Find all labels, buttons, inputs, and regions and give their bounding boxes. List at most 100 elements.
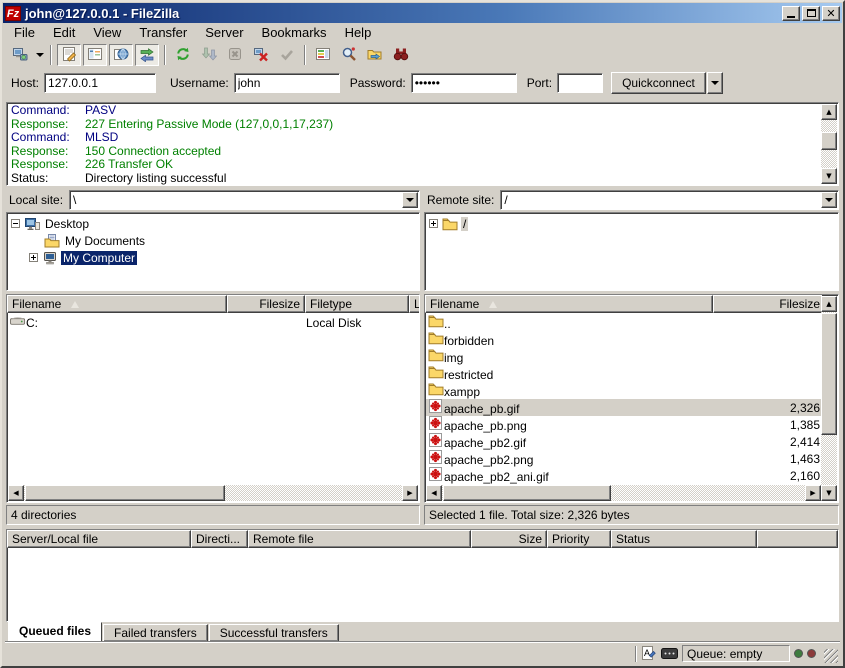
remote-file-row[interactable]: apache_pb2_ani.gif2,160 <box>426 467 821 484</box>
password-input[interactable] <box>411 73 517 93</box>
scroll-right-icon[interactable]: ▶ <box>402 485 418 501</box>
remote-vertical-scrollbar[interactable]: ▲ ▼ <box>821 296 837 501</box>
username-input[interactable] <box>234 73 340 93</box>
remote-file-row[interactable]: apache_pb2.png1,463 <box>426 450 821 467</box>
remote-file-row[interactable]: apache_pb.gif2,326 <box>426 399 821 416</box>
tab-successful-transfers[interactable]: Successful transfers <box>209 624 339 641</box>
queue-column-header-size[interactable]: Size <box>471 530 547 548</box>
menu-item-file[interactable]: File <box>5 24 44 41</box>
port-input[interactable] <box>557 73 603 93</box>
scroll-left-icon[interactable]: ◀ <box>426 485 442 501</box>
local-file-list[interactable]: FilenameFilesize Filetype L C:Local Disk ◀… <box>6 294 420 503</box>
queue-column-header-serverlocalfile[interactable]: Server/Local file <box>7 530 191 548</box>
log-scroll-thumb[interactable] <box>821 132 837 150</box>
scroll-left-icon[interactable]: ◀ <box>8 485 24 501</box>
remote-file-row[interactable]: apache_pb2.gif2,414 <box>426 433 821 450</box>
remote-scroll-thumb[interactable] <box>821 313 837 435</box>
scroll-up-icon[interactable]: ▲ <box>821 104 837 120</box>
scroll-up-icon[interactable]: ▲ <box>821 296 837 312</box>
local-tree-item[interactable]: Desktop <box>9 215 419 232</box>
remote-file-row[interactable]: .. <box>426 314 821 331</box>
queue-column-header-status[interactable]: Status <box>611 530 757 548</box>
plus-expander-icon[interactable] <box>429 219 438 228</box>
toggle-local-tree-button[interactable] <box>83 44 107 66</box>
refresh-button[interactable] <box>171 44 195 66</box>
tab-queued-files[interactable]: Queued files <box>8 622 102 641</box>
remote-file-list[interactable]: FilenameFilesize ..forbiddenimgrestricte… <box>424 294 839 503</box>
remote-file-row[interactable]: apache_pb.png1,385 <box>426 416 821 433</box>
chevron-down-icon <box>825 198 833 202</box>
close-button[interactable]: ✕ <box>822 6 840 21</box>
remote-file-row[interactable]: img <box>426 348 821 365</box>
remote-tree-item[interactable]: / <box>427 215 838 232</box>
file-name: C: <box>26 316 38 330</box>
remote-tree[interactable]: / <box>424 212 839 291</box>
local-site-combo[interactable]: \ <box>69 190 420 210</box>
scroll-right-icon[interactable]: ▶ <box>805 485 821 501</box>
local-column-header-filesize[interactable]: Filesize <box>227 295 305 313</box>
menu-item-transfer[interactable]: Transfer <box>130 24 196 41</box>
titlebar[interactable]: Fz john@127.0.0.1 - FileZilla ✕ <box>3 3 842 23</box>
quickconnect-dropdown-button[interactable] <box>707 72 723 94</box>
transfer-queue[interactable]: Server/Local fileDirecti...Remote fileSi… <box>6 529 839 622</box>
scroll-down-icon[interactable]: ▼ <box>821 485 837 501</box>
remote-file-row[interactable]: xampp <box>426 382 821 399</box>
remote-horizontal-scrollbar[interactable]: ◀ ▶ <box>426 485 821 501</box>
remote-column-header-filename[interactable]: Filename <box>425 295 713 313</box>
toggle-transfer-queue-button[interactable] <box>135 44 159 66</box>
remote-file-row[interactable]: restricted <box>426 365 821 382</box>
remote-file-row[interactable]: forbidden <box>426 331 821 348</box>
folder-icon <box>426 365 444 379</box>
combo-arrow-button[interactable] <box>402 192 418 208</box>
queue-column-header-directi[interactable]: Directi... <box>191 530 248 548</box>
directory-comparison-button[interactable] <box>311 44 335 66</box>
remote-site-combo[interactable]: / <box>500 190 839 210</box>
synchronized-browsing-button[interactable] <box>363 44 387 66</box>
speed-limits-icon[interactable] <box>661 648 678 659</box>
column-label: Filetype <box>310 297 352 311</box>
host-input[interactable] <box>44 73 156 93</box>
disconnect-button[interactable] <box>249 44 273 66</box>
resize-grip[interactable] <box>824 649 838 663</box>
menu-item-bookmarks[interactable]: Bookmarks <box>253 24 336 41</box>
local-column-header-l[interactable]: L <box>409 295 419 313</box>
minimize-button[interactable] <box>782 6 800 21</box>
tab-failed-transfers[interactable]: Failed transfers <box>103 624 208 641</box>
filter-icon <box>393 46 409 65</box>
local-tree-item[interactable]: My Computer <box>9 249 419 266</box>
tree-item-label: / <box>461 217 468 231</box>
find-files-button[interactable] <box>337 44 361 66</box>
menu-item-server[interactable]: Server <box>196 24 252 41</box>
local-tree[interactable]: DesktopMy DocumentsMy Computer <box>6 212 420 291</box>
local-tree-item[interactable]: My Documents <box>9 232 419 249</box>
queue-column-header-priority[interactable]: Priority <box>547 530 611 548</box>
reconnect-button[interactable] <box>275 44 299 66</box>
log-line: Response:226 Transfer OK <box>11 158 822 172</box>
local-column-header-filename[interactable]: Filename <box>7 295 227 313</box>
remote-scroll-thumb[interactable] <box>443 485 611 501</box>
local-scroll-thumb[interactable] <box>25 485 225 501</box>
menu-item-view[interactable]: View <box>84 24 130 41</box>
minus-expander-icon[interactable] <box>11 219 20 228</box>
log-vertical-scrollbar[interactable]: ▲ ▼ <box>821 104 837 184</box>
combo-arrow-button[interactable] <box>821 192 837 208</box>
scroll-down-icon[interactable]: ▼ <box>821 168 837 184</box>
site-manager-button[interactable] <box>8 44 32 66</box>
local-column-header-filetype[interactable]: Filetype <box>305 295 409 313</box>
process-queue-button[interactable] <box>197 44 221 66</box>
local-file-row[interactable]: C:Local Disk <box>8 314 418 331</box>
plus-expander-icon[interactable] <box>29 253 38 262</box>
toggle-message-log-button[interactable] <box>57 44 81 66</box>
maximize-button[interactable] <box>802 6 820 21</box>
site-manager-dropdown-button[interactable] <box>33 44 46 66</box>
remote-column-header-filesize[interactable]: Filesize <box>713 295 822 313</box>
transfer-type-icon[interactable]: A <box>641 646 657 661</box>
toggle-remote-tree-button[interactable] <box>109 44 133 66</box>
filter-button[interactable] <box>389 44 413 66</box>
queue-column-header-remotefile[interactable]: Remote file <box>248 530 471 548</box>
menu-item-help[interactable]: Help <box>336 24 381 41</box>
cancel-operation-button[interactable] <box>223 44 247 66</box>
menu-item-edit[interactable]: Edit <box>44 24 84 41</box>
local-horizontal-scrollbar[interactable]: ◀ ▶ <box>8 485 418 501</box>
quickconnect-button[interactable]: Quickconnect <box>611 72 706 94</box>
